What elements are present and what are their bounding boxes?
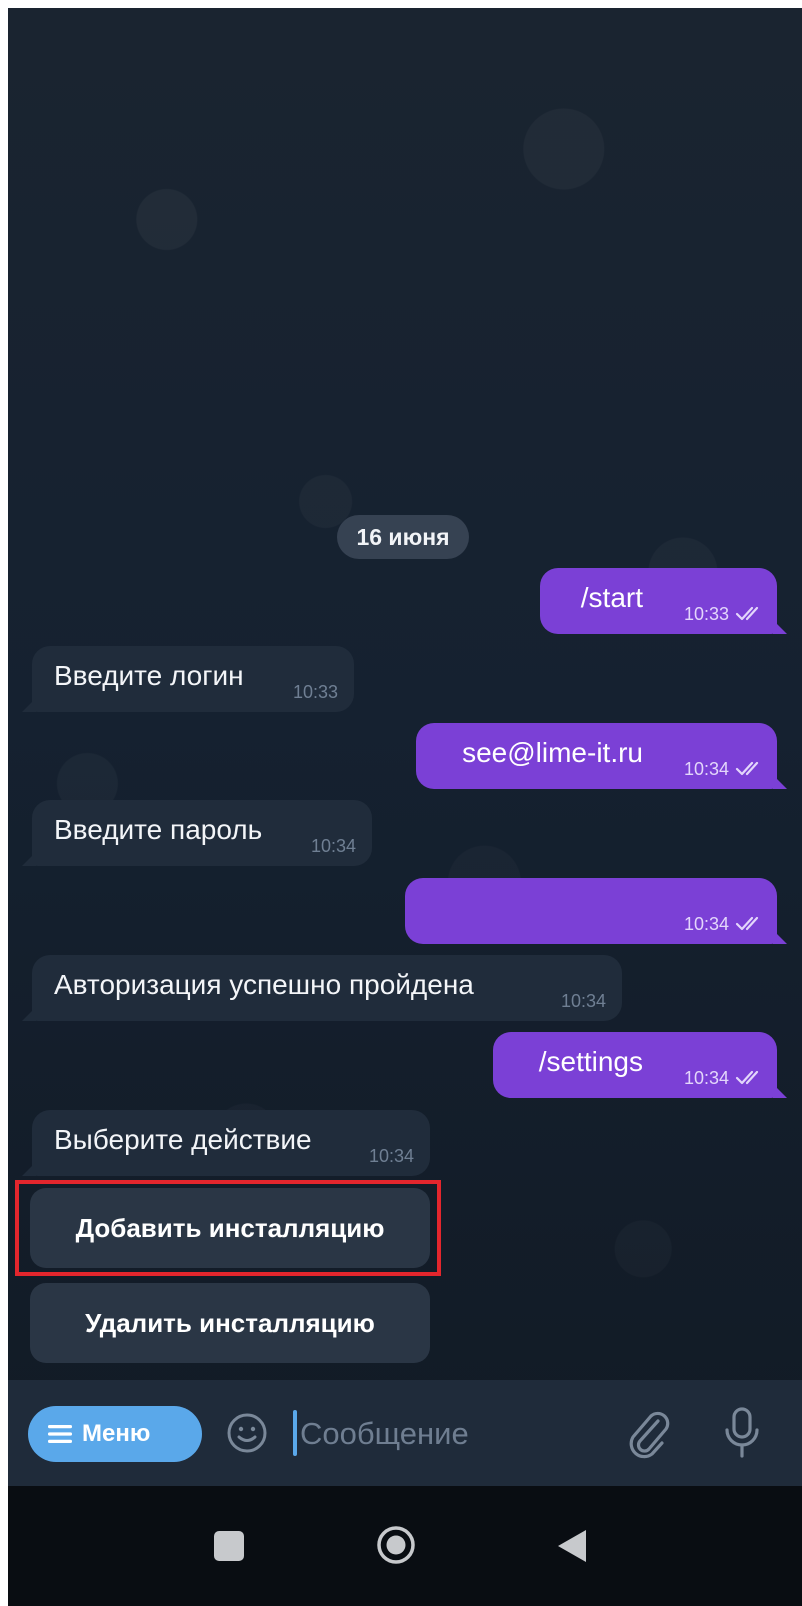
message-time: 10:34 — [560, 991, 606, 1011]
message-text: /start — [580, 582, 643, 613]
message-text: Введите логин — [54, 660, 244, 691]
message-text: see@lime-it.ru — [462, 737, 643, 768]
message-outgoing[interactable]: 10:34 — [405, 878, 787, 944]
message-text: Авторизация успешно пройдена — [54, 969, 474, 1000]
message-incoming[interactable]: Авторизация успешно пройдена 10:34 — [22, 955, 622, 1021]
message-time: 10:34 — [310, 836, 356, 856]
message-text: /settings — [538, 1046, 643, 1077]
message-text: Выберите действие — [54, 1124, 312, 1155]
double-check-icon — [735, 606, 759, 621]
triangle-back-icon[interactable] — [556, 1528, 588, 1564]
message-time: 10:33 — [292, 682, 338, 702]
message-time: 10:34 — [683, 1068, 729, 1088]
circle-icon[interactable] — [375, 1524, 417, 1566]
message-incoming[interactable]: Введите пароль 10:34 — [22, 800, 372, 866]
hamburger-icon — [48, 1425, 72, 1443]
message-outgoing[interactable]: see@lime-it.ru 10:34 — [416, 723, 787, 789]
message-incoming[interactable]: Выберите действие 10:34 — [22, 1110, 430, 1176]
message-time: 10:34 — [368, 1146, 414, 1166]
message-outgoing[interactable]: /start 10:33 — [540, 568, 787, 634]
phone-screen: 16 июня /start 10:33 Введите логин 10:33… — [8, 8, 802, 1606]
message-time: 10:34 — [683, 759, 729, 779]
microphone-icon[interactable] — [721, 1406, 763, 1460]
message-text: Введите пароль — [54, 814, 263, 845]
date-separator: 16 июня — [337, 515, 469, 559]
paperclip-icon[interactable] — [624, 1407, 672, 1459]
system-navigation-bar — [8, 1486, 802, 1606]
smiley-icon[interactable] — [225, 1411, 269, 1455]
menu-button[interactable]: Меню — [28, 1406, 202, 1462]
message-time: 10:34 — [683, 914, 729, 934]
add-installation-button[interactable]: Добавить инсталляцию — [30, 1188, 430, 1268]
double-check-icon — [735, 1070, 759, 1085]
message-input-bar: Меню — [8, 1380, 802, 1486]
message-time: 10:33 — [683, 604, 729, 624]
double-check-icon — [735, 916, 759, 931]
message-outgoing[interactable]: /settings 10:34 — [493, 1032, 787, 1098]
square-icon[interactable] — [214, 1531, 244, 1561]
menu-label: Меню — [82, 1420, 151, 1447]
message-input[interactable] — [300, 1406, 590, 1462]
text-cursor — [293, 1410, 297, 1456]
double-check-icon — [735, 761, 759, 776]
remove-installation-button[interactable]: Удалить инсталляцию — [30, 1283, 430, 1363]
message-incoming[interactable]: Введите логин 10:33 — [22, 646, 354, 712]
